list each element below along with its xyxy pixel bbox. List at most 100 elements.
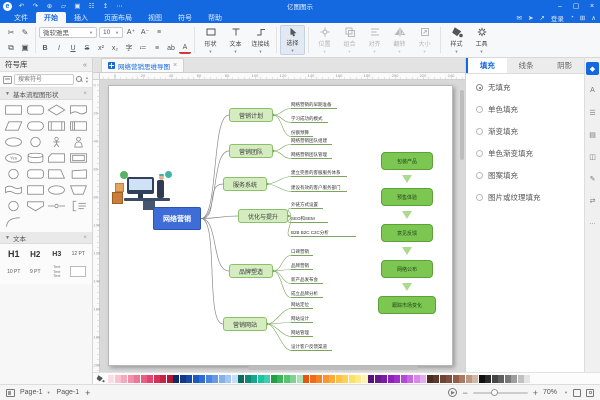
color-swatch-41[interactable]	[375, 375, 381, 383]
ribbon-text-button[interactable]: 文本▼	[223, 25, 248, 55]
shape-predefined[interactable]	[46, 120, 68, 132]
shape-ellipse[interactable]	[46, 184, 68, 196]
color-swatch-10[interactable]	[173, 375, 179, 383]
mindmap-branch-4[interactable]: 品牌塑造	[229, 264, 273, 278]
shape-diamond[interactable]	[46, 104, 68, 116]
paste-button[interactable]: ▣	[19, 41, 32, 54]
font-size-select[interactable]: 10▼	[99, 27, 123, 38]
color-swatch-20[interactable]	[238, 375, 244, 383]
fill-option-4[interactable]: 图案填充	[476, 170, 584, 181]
color-swatch-4[interactable]	[134, 375, 140, 383]
color-swatch-19[interactable]	[232, 375, 238, 383]
color-swatch-53[interactable]	[453, 375, 459, 383]
font-color-button[interactable]: A	[179, 43, 191, 54]
color-swatch-9[interactable]	[167, 375, 173, 383]
shape-arc[interactable]	[3, 216, 25, 228]
close-button[interactable]: ×	[584, 0, 600, 12]
text-item-box[interactable]	[70, 266, 86, 277]
text-item-H1[interactable]: H1	[8, 249, 20, 259]
italic-button[interactable]: I	[53, 42, 65, 54]
color-swatch-58[interactable]	[485, 375, 491, 383]
color-swatch-15[interactable]	[206, 375, 212, 383]
radio-icon[interactable]	[476, 128, 483, 135]
color-swatch-60[interactable]	[498, 375, 504, 383]
ribbon-select-button[interactable]: 选择▼	[280, 25, 305, 55]
mindmap-leaf-4-0[interactable]: 口碑营销	[291, 249, 313, 256]
open-file-button[interactable]: ▱	[57, 1, 70, 11]
color-swatch-34[interactable]	[329, 375, 335, 383]
close-section-icon[interactable]: ×	[83, 90, 87, 97]
maximize-button[interactable]: ▢	[568, 0, 584, 12]
style-panel-icon[interactable]: ◆	[586, 62, 599, 75]
outline-panel-icon[interactable]: ☰	[586, 106, 599, 119]
fill-color-icon[interactable]	[95, 374, 105, 383]
shape-trapdown[interactable]	[68, 184, 90, 196]
send-icon[interactable]: ➤	[528, 14, 533, 22]
color-swatch-36[interactable]	[342, 375, 348, 383]
export-button[interactable]: ↥	[99, 1, 112, 11]
shape-rect[interactable]	[3, 104, 25, 116]
zoom-in-button[interactable]: +	[533, 389, 538, 397]
mindmap-leaf-5-1[interactable]: 网站设计	[291, 316, 313, 323]
bullet-list-button[interactable]: ≔	[137, 42, 149, 54]
mindmap-leaf-5-0[interactable]: 网站定位	[291, 302, 313, 309]
share-icon[interactable]: ↗	[539, 14, 544, 22]
fill-option-1[interactable]: 单色填充	[476, 104, 584, 115]
shape-wave[interactable]	[3, 184, 25, 196]
mindmap-branch-5[interactable]: 营销网站	[223, 317, 267, 331]
number-list-button[interactable]: ≡	[151, 42, 163, 54]
text-style-panel-icon[interactable]: A	[586, 84, 599, 97]
page-tab[interactable]: Page-1	[57, 389, 80, 396]
color-swatch-12[interactable]	[186, 375, 192, 383]
color-swatch-0[interactable]	[108, 375, 114, 383]
format-tab-1[interactable]: 线条	[507, 58, 546, 73]
shape-tilted[interactable]	[68, 168, 90, 180]
more-panel-icon[interactable]: …	[586, 216, 599, 229]
color-swatch-26[interactable]	[277, 375, 283, 383]
shape-document[interactable]	[68, 104, 90, 116]
color-swatch-1[interactable]	[115, 375, 121, 383]
vertical-scrollbar[interactable]	[460, 90, 464, 160]
radio-icon[interactable]	[476, 84, 483, 91]
color-swatch-25[interactable]	[271, 375, 277, 383]
shape-striped[interactable]	[68, 120, 90, 132]
radio-icon[interactable]	[476, 150, 483, 157]
shape-connector[interactable]	[46, 200, 68, 212]
zoom-out-button[interactable]: −	[462, 389, 467, 397]
fill-option-3[interactable]: 单色渐变填充	[476, 148, 584, 159]
color-swatch-62[interactable]	[511, 375, 517, 383]
text-item-H2[interactable]: H2	[30, 250, 40, 259]
color-swatch-50[interactable]	[433, 375, 439, 383]
color-swatch-7[interactable]	[154, 375, 160, 383]
fit-page-icon[interactable]	[573, 389, 581, 397]
minimize-button[interactable]: –	[552, 0, 568, 12]
print-button[interactable]: ☷	[85, 1, 98, 11]
new-file-button[interactable]: ⊕	[43, 1, 56, 11]
mindmap-leaf-0-0[interactable]: 网络营销的早期准备	[291, 102, 337, 109]
more-button[interactable]: ⋯	[113, 1, 126, 11]
mindmap-center-topic[interactable]: 网络营销	[153, 207, 201, 230]
color-swatch-24[interactable]	[264, 375, 270, 383]
color-swatch-13[interactable]	[193, 375, 199, 383]
login-button[interactable]: 登录	[551, 13, 564, 23]
mindmap-leaf-4-3[interactable]: 成立品牌分析	[291, 291, 323, 298]
color-swatch-30[interactable]	[303, 375, 309, 383]
menu-tab-3[interactable]: 页面布局	[96, 12, 140, 23]
color-swatch-48[interactable]	[420, 375, 426, 383]
superscript-button[interactable]: x²	[95, 42, 107, 54]
color-swatch-22[interactable]	[251, 375, 257, 383]
close-section-icon[interactable]: ×	[83, 234, 87, 241]
mindmap-leaf-4-2[interactable]: 新产品发布会	[291, 277, 323, 284]
color-swatch-64[interactable]	[524, 375, 530, 383]
color-swatch-5[interactable]	[141, 375, 147, 383]
color-swatch-28[interactable]	[290, 375, 296, 383]
color-swatch-3[interactable]	[128, 375, 134, 383]
page-thumbnails-icon[interactable]	[6, 389, 15, 397]
swap-panel-icon[interactable]: ⇄	[586, 194, 599, 207]
color-swatch-44[interactable]	[394, 375, 400, 383]
color-swatch-37[interactable]	[349, 375, 355, 383]
fill-option-2[interactable]: 渐变填充	[476, 126, 584, 137]
shape-figure[interactable]	[68, 136, 90, 148]
color-swatch-17[interactable]	[219, 375, 225, 383]
format-tab-0[interactable]: 填充	[466, 58, 507, 73]
